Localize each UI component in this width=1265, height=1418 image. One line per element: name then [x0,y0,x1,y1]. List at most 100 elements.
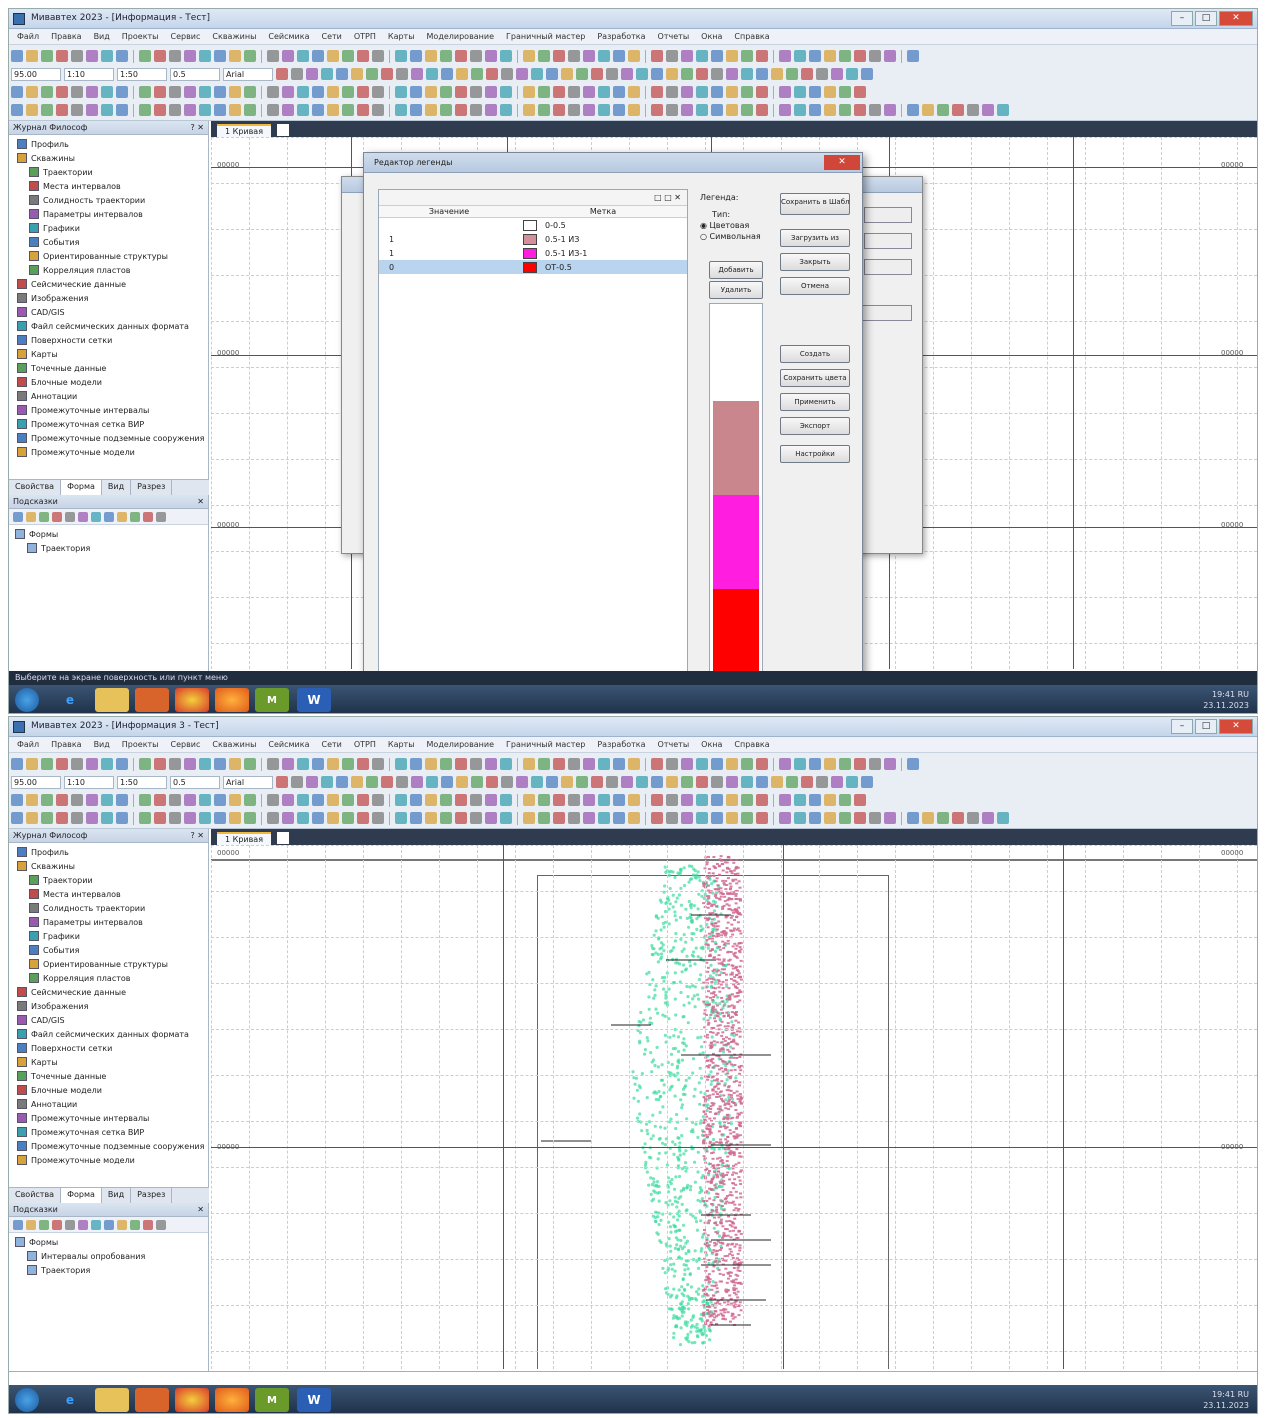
toolbar-tool-icon[interactable] [854,50,866,62]
toolbar-tool-icon[interactable] [591,68,603,80]
toolbar-tool-icon[interactable] [967,812,979,824]
new-tab-icon[interactable] [277,124,290,136]
panel-tab[interactable]: Свойства [9,1188,62,1203]
dialog-action-button[interactable]: Настройки [780,445,850,463]
background-dialog-button[interactable] [864,233,912,249]
toolbar-tool-icon[interactable] [568,86,580,98]
toolbar-tool-icon[interactable] [86,812,98,824]
minimize-button[interactable]: – [1171,719,1193,734]
toolbar-tool-icon[interactable] [613,86,625,98]
toolbar-tool-icon[interactable] [538,794,550,806]
toolbar-tool-icon[interactable] [11,86,23,98]
toolbar-tool-icon[interactable] [922,812,934,824]
toolbar-tool-icon[interactable] [229,86,241,98]
toolbar-tool-icon[interactable] [306,68,318,80]
tree-item[interactable]: Изображения [17,291,208,305]
toolbar-tool-icon[interactable] [809,50,821,62]
toolbar-tool-icon[interactable] [396,776,408,788]
toolbar-tool-icon[interactable] [786,776,798,788]
toolbar-tool-icon[interactable] [244,812,256,824]
tree-item[interactable]: CAD/GIS [17,305,208,319]
toolbar-tool-icon[interactable] [726,86,738,98]
pin-icon[interactable]: ? ✕ [191,829,205,842]
toolbar-tool-icon[interactable] [169,794,181,806]
toolbar-tool-icon[interactable] [756,794,768,806]
toolbar-tool-icon[interactable] [696,776,708,788]
tree-item[interactable]: Поверхности сетки [17,1041,208,1055]
toolbar-tool-icon[interactable] [711,68,723,80]
background-dialog-button[interactable] [864,207,912,223]
toolbar-tool-icon[interactable] [779,758,791,770]
toolbar-tool-icon[interactable] [372,758,384,770]
toolbar-tool-icon[interactable] [297,50,309,62]
toolbar-tool-icon[interactable] [312,758,324,770]
toolbar-tool-icon[interactable] [651,86,663,98]
menu-item[interactable]: Файл [17,32,39,41]
dialog-action-button[interactable]: Загрузить из [780,229,850,247]
toolbar-tool-icon[interactable] [470,758,482,770]
toolbar-tool-icon[interactable] [824,812,836,824]
tree-item[interactable]: Карты [17,347,208,361]
pin-icon[interactable]: ✕ [197,1203,204,1216]
toolbar-tool-icon[interactable] [553,104,565,116]
menu-item[interactable]: Моделирование [427,740,495,749]
toolbar-tool-icon[interactable] [516,776,528,788]
toolbar-tool-icon[interactable] [485,86,497,98]
toolbar-tool-icon[interactable] [553,758,565,770]
menu-item[interactable]: Сейсмика [268,740,309,749]
toolbar-tool-icon[interactable] [711,794,723,806]
toolbar-tool-icon[interactable] [342,812,354,824]
toolbar-tool-icon[interactable] [282,86,294,98]
toolbar-tool-icon[interactable] [636,68,648,80]
toolbar-tool-icon[interactable] [214,86,226,98]
toolbar-tool-icon[interactable] [681,812,693,824]
toolbar-tool-icon[interactable] [741,50,753,62]
toolbar-tool-icon[interactable] [583,812,595,824]
toolbar-tool-icon[interactable] [184,812,196,824]
toolbar-tool-icon[interactable] [598,50,610,62]
toolbar-tool-icon[interactable] [794,758,806,770]
toolbar-tool-icon[interactable] [681,50,693,62]
toolbar-tool-icon[interactable] [771,68,783,80]
toolbar-tool-icon[interactable] [71,86,83,98]
toolbar-tool-icon[interactable] [696,812,708,824]
toolbar-tool-icon[interactable] [440,86,452,98]
toolbar-tool-icon[interactable] [154,812,166,824]
toolbar-tool-icon[interactable] [869,50,881,62]
tab-curve[interactable]: 1 Кривая [217,832,272,845]
toolbar-tool-icon[interactable] [455,50,467,62]
toolbar-tool-icon[interactable] [696,50,708,62]
toolbar-tool-icon[interactable] [651,794,663,806]
toolbar-tool-icon[interactable] [523,86,535,98]
toolbar-tool-icon[interactable] [276,68,288,80]
toolbar-tool-icon[interactable] [56,758,68,770]
toolbar-tool-icon[interactable] [11,812,23,824]
toolbar-tool-icon[interactable] [711,86,723,98]
toolbar-tool-icon[interactable] [396,68,408,80]
tree-item[interactable]: Корреляция пластов [17,971,208,985]
chrome-icon[interactable] [175,1388,209,1412]
toolbar-tool-icon[interactable] [531,776,543,788]
panel-tab[interactable]: Разрез [131,1188,173,1203]
toolbar-tool-icon[interactable] [86,104,98,116]
toolbar-tool-icon[interactable] [779,794,791,806]
zoom-input[interactable]: 95.00 [11,775,61,789]
app-m-icon[interactable]: M [255,688,289,712]
toolbar-tool-icon[interactable] [282,794,294,806]
menu-item[interactable]: Справка [734,32,769,41]
toolbar-tool-icon[interactable] [681,86,693,98]
toolbar-tool-icon[interactable] [568,794,580,806]
toolbar-tool-icon[interactable] [71,104,83,116]
toolbar-tool-icon[interactable] [576,776,588,788]
toolbar-tool-icon[interactable] [282,104,294,116]
step-input[interactable]: 0.5 [170,67,220,81]
tree-item[interactable]: Блочные модели [17,1083,208,1097]
toolbar-tool-icon[interactable] [523,794,535,806]
toolbar-tool-icon[interactable] [455,812,467,824]
toolbar-tool-icon[interactable] [41,812,53,824]
toolbar-tool-icon[interactable] [169,812,181,824]
menu-item[interactable]: Файл [17,740,39,749]
toolbar-tool-icon[interactable] [351,68,363,80]
toolbar-tool-icon[interactable] [297,794,309,806]
toolbar-tool-icon[interactable] [869,104,881,116]
